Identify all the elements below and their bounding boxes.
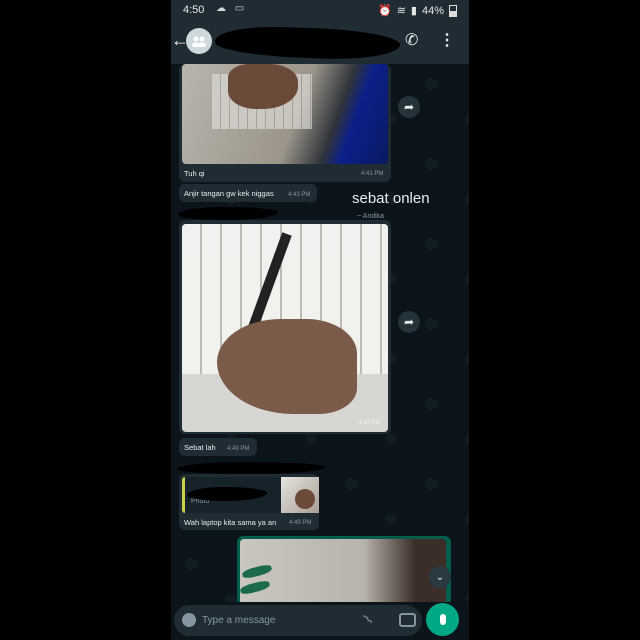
object-graphic [241,563,273,580]
chat-header: ← ✆ ⋮ [171,20,469,64]
attach-icon[interactable]: ⌇ [360,611,377,628]
text-message[interactable]: Sebat lah 4:49 PM [179,438,257,456]
wifi-icon: ≋ [396,5,406,17]
battery-percent: 44% [421,4,444,17]
status-time: 4:50 [183,4,205,16]
message-text: Anjir tangan gw kek niggas [184,189,274,198]
image-message[interactable]: 4:49 PM [179,220,391,434]
overlay-text: sebat onlen [352,190,430,207]
forward-icon[interactable]: ➦ [398,96,420,118]
composer-bar: Type a message ⌇ [171,602,469,640]
group-avatar[interactable] [186,28,212,54]
message-text: Wah laptop kita sama ya an [184,518,277,527]
message-placeholder: Type a message [202,615,276,626]
status-right: ⏰ ≋ ▮ 44% [378,4,457,17]
message-time: 4:41 PM [361,171,384,177]
quote-thumbnail [281,477,319,513]
quoted-message[interactable]: Photo [182,477,319,513]
hand-graphic [228,64,298,109]
outgoing-image-message[interactable] [237,536,451,602]
sender-name: ~ Andika [357,213,385,220]
object-graphic [240,579,271,596]
hand-graphic [217,319,357,414]
redacted-sender [177,462,325,474]
signal-icon: ▮ [410,5,417,17]
hand-graphic [295,489,315,509]
notification-icons: ☁ ▭ [216,3,248,14]
alarm-icon: ⏰ [377,5,392,17]
message-text: Sebat lah [184,443,216,452]
add-call-icon[interactable]: ✆ [405,30,418,50]
message-list[interactable]: Tuh qi 4:41 PM ➦ Anjir tangan gw kek nig… [171,64,469,602]
phone-screen: 4:50 ☁ ▭ ⏰ ≋ ▮ 44% ← ✆ ⋮ Tuh qi 4:41 PM … [171,0,469,640]
redacted-quote [187,487,267,501]
message-time: 4:49 PM [227,446,250,452]
group-icon [192,36,206,47]
voice-record-button[interactable] [426,603,459,636]
more-vert-icon[interactable]: ⋮ [439,30,455,50]
reply-message[interactable]: Photo Wah laptop kita sama ya an 4:49 PM [179,474,319,530]
redacted-sender [178,207,278,220]
photo-time: 4:49 PM [358,420,381,426]
message-photo[interactable] [182,64,388,164]
message-time: 4:43 PM [288,192,311,198]
forward-icon[interactable]: ➦ [398,311,420,333]
message-photo[interactable]: 4:49 PM [182,224,388,432]
message-time: 4:49 PM [289,520,312,526]
message-photo[interactable] [240,539,446,602]
mic-icon [439,614,446,625]
status-bar: 4:50 ☁ ▭ ⏰ ≋ ▮ 44% [171,0,469,20]
emoji-icon[interactable] [182,613,196,627]
scroll-down-icon[interactable]: ⌄ [429,566,451,588]
message-input[interactable]: Type a message ⌇ [174,605,422,636]
redacted-group-name [214,24,401,62]
camera-icon[interactable] [399,613,416,627]
text-message[interactable]: Anjir tangan gw kek niggas 4:43 PM [179,184,317,202]
message-caption: Tuh qi [184,169,205,178]
battery-icon [449,4,457,17]
image-message[interactable]: Tuh qi 4:41 PM [179,64,391,182]
